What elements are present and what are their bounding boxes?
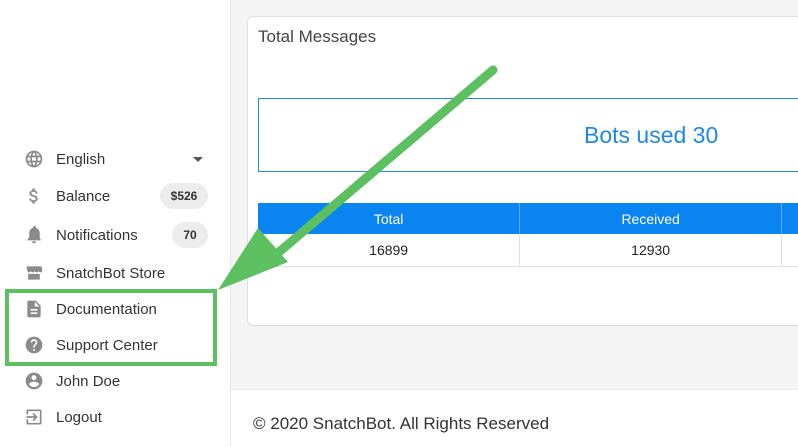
sidebar-item-language[interactable]: English <box>0 142 230 176</box>
table-cell: 16899 <box>258 234 521 267</box>
sidebar-item-logout[interactable]: Logout <box>0 400 230 434</box>
table-cell <box>781 234 798 267</box>
bots-used-panel: Bots used 30 <box>258 98 798 172</box>
dollar-icon <box>22 184 46 208</box>
table-row: 16899 12930 <box>258 234 798 267</box>
card-title: Total Messages <box>258 27 377 46</box>
sidebar-item-label: Balance <box>56 187 111 205</box>
logout-icon <box>22 405 46 429</box>
sidebar-item-store[interactable]: SnatchBot Store <box>0 256 230 290</box>
bell-icon <box>22 223 46 247</box>
sidebar-item-user[interactable]: John Doe <box>0 364 230 398</box>
sidebar-item-label: Notifications <box>56 226 138 244</box>
column-header <box>781 203 798 234</box>
column-header: Received <box>519 203 783 234</box>
total-messages-card: Total Messages Bots used 30 Total Receiv… <box>247 16 798 326</box>
table-cell: 12930 <box>519 234 783 267</box>
chevron-down-icon[interactable] <box>193 156 203 162</box>
user-icon <box>22 369 46 393</box>
sidebar-item-label: Logout <box>56 408 102 426</box>
globe-icon <box>22 147 46 171</box>
main-content: Total Messages Bots used 30 Total Receiv… <box>231 0 798 447</box>
sidebar: English Balance $526 Notifications 70 Sn… <box>0 0 231 447</box>
sidebar-item-label: John Doe <box>56 372 121 390</box>
footer: © 2020 SnatchBot. All Rights Reserved <box>231 389 798 447</box>
store-icon <box>22 261 46 285</box>
sidebar-item-balance[interactable]: Balance $526 <box>0 179 230 213</box>
table-header-row: Total Received <box>258 203 798 234</box>
sidebar-item-notifications[interactable]: Notifications 70 <box>0 218 230 252</box>
notifications-badge: 70 <box>172 222 208 248</box>
column-header: Total <box>258 203 521 234</box>
annotation-highlight-box <box>5 289 217 366</box>
bots-used-text: Bots used 30 <box>584 121 719 148</box>
balance-badge: $526 <box>160 183 208 209</box>
sidebar-item-label: SnatchBot Store <box>56 264 166 282</box>
sidebar-item-label: English <box>56 150 106 168</box>
messages-table: Total Received 16899 12930 <box>258 203 798 267</box>
copyright-text: © 2020 SnatchBot. All Rights Reserved <box>253 414 550 433</box>
